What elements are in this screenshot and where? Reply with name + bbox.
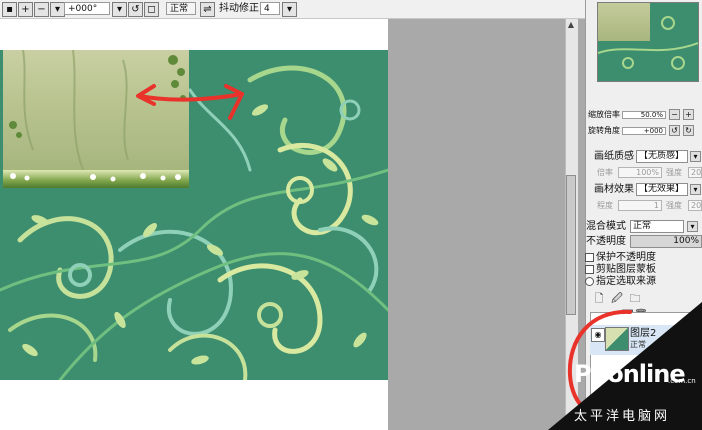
rotate-right-icon[interactable]: ↻ (683, 125, 694, 136)
stabilizer-field[interactable]: 4 (260, 2, 280, 15)
brush-effect-label: 画材效果 (594, 184, 634, 195)
zoom-out-button[interactable]: − (34, 2, 49, 17)
paper-texture-select[interactable]: 【无质感】 (636, 150, 688, 163)
red-double-arrow-annotation (136, 84, 244, 120)
layer-blend-dropdown-icon[interactable]: ▾ (687, 221, 698, 232)
paper-texture-dropdown-icon[interactable]: ▾ (690, 151, 701, 162)
selection-source-radio[interactable] (585, 277, 594, 286)
zoom-plus-icon[interactable]: + (683, 109, 694, 120)
clipping-checkbox[interactable] (585, 265, 594, 274)
brush-effect-dropdown-icon[interactable]: ▾ (690, 184, 701, 195)
angle-chevron-icon[interactable]: ▾ (50, 2, 65, 17)
brush-size-minus-button[interactable]: ▪ (2, 2, 17, 17)
top-toolbar: ▪ + − ▾ +000° ▾ ↺ ◻ 正常 ⇌ 抖动修正 4 ▾ (0, 0, 585, 19)
grass-flower-border (3, 170, 189, 188)
texture-strength-field: 20 (688, 167, 702, 178)
selection-source-label: 指定选取来源 (596, 276, 656, 287)
effect-strength-label: 强度 (666, 201, 682, 210)
rotate-left-icon[interactable]: ↺ (669, 125, 680, 136)
reset-view-icon[interactable]: ◻ (144, 2, 159, 17)
flip-icon[interactable]: ⇌ (200, 2, 215, 17)
protect-alpha-checkbox[interactable] (585, 253, 594, 262)
blend-mode-field[interactable]: 正常 (166, 2, 196, 15)
texture-strength-label: 强度 (666, 168, 682, 177)
texture-scale-label: 倍率 (597, 168, 613, 177)
angle-dropdown-icon[interactable]: ▾ (112, 2, 127, 17)
navigator-photo-thumb (598, 3, 650, 41)
layer-blend-select[interactable]: 正常 (630, 220, 684, 233)
angle-field[interactable]: +000° (64, 2, 110, 15)
rotate-label: 旋转角度 (588, 126, 620, 135)
effect-strength-field: 20 (688, 200, 702, 211)
blend-mode-label: 混合模式 (586, 221, 626, 232)
rotate-left-icon[interactable]: ↺ (128, 2, 143, 17)
paper-texture-label: 画纸质感 (594, 151, 634, 162)
scroll-up-icon[interactable]: ▲ (566, 20, 576, 30)
scrollbar-thumb[interactable] (566, 175, 576, 315)
opacity-slider[interactable]: 100% (630, 235, 702, 248)
zoom-in-button[interactable]: + (18, 2, 33, 17)
protect-alpha-label: 保护不透明度 (596, 252, 656, 263)
brush-effect-select[interactable]: 【无效果】 (636, 183, 688, 196)
stabilizer-label: 抖动修正 (219, 3, 259, 14)
zoom-label: 缩放倍率 (588, 110, 620, 119)
rotate-slider[interactable]: +000 (622, 127, 666, 135)
texture-scale-field: 100% (618, 167, 662, 178)
effect-degree-field: 1 (618, 200, 662, 211)
pconline-chinese-name: 太平洋电脑网 (574, 409, 671, 424)
clipping-label: 剪贴图层蒙板 (596, 264, 656, 275)
zoom-slider[interactable]: 50.0% (622, 111, 666, 119)
opacity-label: 不透明度 (586, 236, 626, 247)
pconline-domain-suffix: .com.cn (668, 377, 696, 385)
stabilizer-dropdown-icon[interactable]: ▾ (282, 2, 297, 17)
flowers-art (10, 173, 181, 182)
zoom-minus-icon[interactable]: − (669, 109, 680, 120)
effect-degree-label: 程度 (597, 201, 613, 210)
